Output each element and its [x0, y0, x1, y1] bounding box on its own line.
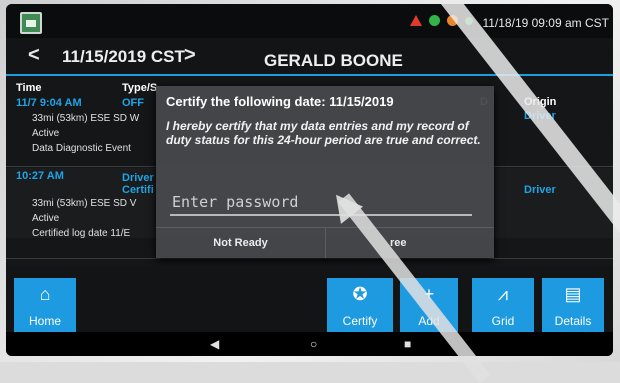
next-date-button[interactable]: >	[184, 44, 196, 67]
android-nav-bar: ◀ ○ ■	[6, 332, 613, 356]
certify-ribbon-icon: ✪	[352, 284, 368, 304]
warning-icon	[410, 15, 422, 26]
row-divider	[6, 258, 613, 259]
home-circle-icon[interactable]: ○	[310, 337, 317, 351]
app-icon[interactable]	[20, 12, 42, 34]
row-time: 11/7 9:04 AM	[16, 97, 82, 109]
not-ready-button[interactable]: Not Ready	[156, 228, 325, 258]
bottom-toolbar: ⌂ Home ✪ Certify + Add ⩘ Grid ▤ Details	[6, 266, 613, 332]
password-input[interactable]	[170, 190, 472, 216]
row-status: Active	[32, 213, 60, 224]
home-button[interactable]: ⌂ Home	[14, 278, 76, 332]
certify-dialog: Certify the following date: 11/15/2019 I…	[156, 86, 494, 258]
agree-label: ree	[390, 237, 407, 249]
row-type: OFF	[122, 97, 144, 109]
date-header: < 11/15/2019 CST > GERALD BOONE	[6, 38, 613, 76]
certify-button[interactable]: ✪ Certify	[327, 278, 393, 332]
row-type-detail: Certifi	[122, 184, 154, 196]
current-date: 11/15/2019 CST	[62, 47, 185, 66]
row-event: Certified log date 11/E	[32, 228, 131, 239]
certify-label: Certify	[342, 314, 378, 328]
back-icon[interactable]: ◀	[210, 337, 219, 351]
agree-button[interactable]: ree	[325, 228, 494, 258]
grid-label: Grid	[491, 314, 515, 328]
details-button[interactable]: ▤ Details	[542, 278, 604, 332]
driver-name: GERALD BOONE	[264, 51, 403, 70]
details-label: Details	[554, 314, 592, 328]
column-time: Time	[16, 82, 42, 94]
dialog-title: Certify the following date: 11/15/2019	[166, 94, 394, 109]
document-icon: ▤	[564, 284, 582, 304]
recents-icon[interactable]: ■	[404, 337, 411, 351]
row-location: 33mi (53km) ESE SD V	[32, 198, 137, 209]
device-frame: 11/18/19 09:09 am CST < 11/15/2019 CST >…	[0, 0, 620, 383]
certification-statement: I hereby certify that my data entries an…	[166, 119, 481, 147]
grid-button[interactable]: ⩘ Grid	[472, 278, 534, 332]
row-event: Data Diagnostic Event	[32, 143, 131, 154]
row-origin: Driver	[524, 184, 556, 196]
tablet-screen: 11/18/19 09:09 am CST < 11/15/2019 CST >…	[6, 4, 613, 356]
home-icon: ⌂	[39, 284, 51, 304]
row-status: Active	[32, 128, 60, 139]
home-label: Home	[28, 314, 61, 328]
status-bar: 11/18/19 09:09 am CST	[6, 4, 613, 38]
column-type: Type/S	[122, 82, 158, 94]
graph-icon: ⩘	[497, 284, 509, 304]
clock: 11/18/19 09:09 am CST	[482, 16, 609, 30]
row-type: Driver	[122, 172, 154, 184]
gps-icon	[429, 15, 440, 26]
row-location: 33mi (53km) ESE SD W	[32, 113, 140, 124]
row-time: 10:27 AM	[16, 170, 64, 182]
prev-date-button[interactable]: <	[28, 44, 40, 67]
